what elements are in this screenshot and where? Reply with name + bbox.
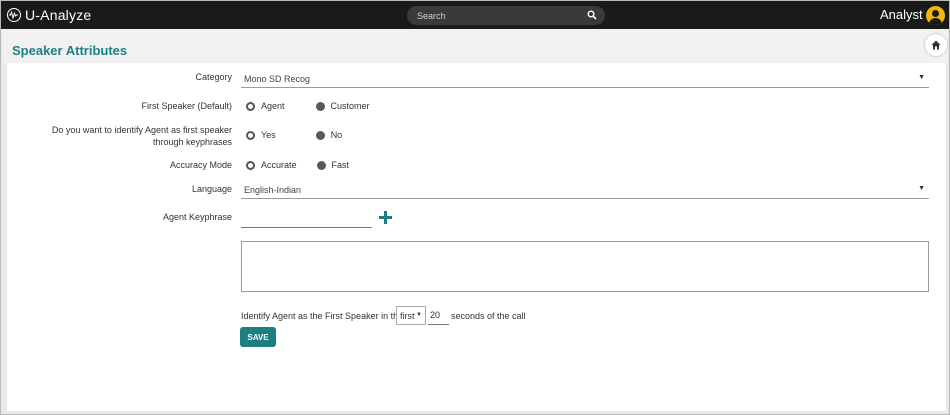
radio-yes[interactable]: Yes [246,130,276,140]
language-select[interactable]: English-Indian ▼ [241,180,929,199]
accuracy-mode-label: Accuracy Mode [169,160,232,170]
agent-keyphrase-input[interactable] [241,208,372,228]
identify-keyphrase-radio-group: Yes No [246,130,342,140]
radio-unselected-icon [315,101,325,111]
form-panel [7,63,946,411]
chevron-down-icon: ▼ [416,312,422,318]
home-icon [931,40,941,50]
position-value: first [400,311,415,321]
radio-selected-icon [246,130,255,140]
position-select[interactable]: first ▼ [396,306,426,325]
identify-sentence-suffix: seconds of the call [451,311,526,321]
add-keyphrase-icon[interactable] [379,211,392,224]
keyphrase-list-textarea[interactable] [241,241,929,292]
identify-keyphrase-label-line2: through keyphrases [152,137,232,147]
waveform-icon [7,8,21,22]
chevron-down-icon: ▼ [918,74,925,81]
first-speaker-radio-group: Agent Customer [246,101,370,111]
user-avatar-icon[interactable] [926,6,945,25]
category-label: Category [195,72,232,82]
radio-customer[interactable]: Customer [315,101,370,111]
seconds-input[interactable] [428,306,449,325]
radio-selected-icon [246,160,255,170]
chevron-down-icon: ▼ [918,185,925,192]
radio-selected-icon [246,101,255,111]
app-frame: U-Analyze Analyst Speaker Attributes Cat… [0,0,950,415]
language-label: Language [191,184,232,194]
radio-no-label: No [330,130,343,140]
search-input[interactable] [407,6,577,25]
identify-sentence-prefix: Identify Agent as the First Speaker in t… [241,311,404,321]
app-logo[interactable]: U-Analyze [7,7,91,23]
radio-agent[interactable]: Agent [246,101,285,111]
search-box [407,6,605,25]
language-value: English-Indian [244,185,302,195]
home-button[interactable] [925,34,947,56]
first-speaker-label: First Speaker (Default) [141,101,232,111]
radio-agent-label: Agent [261,101,285,111]
search-icon[interactable] [587,10,597,20]
radio-accurate[interactable]: Accurate [246,160,297,170]
category-select[interactable]: Mono SD Recog ▼ [241,69,929,88]
radio-customer-label: Customer [330,101,370,111]
category-value: Mono SD Recog [244,74,311,84]
radio-fast-label: Fast [331,160,350,170]
radio-accurate-label: Accurate [261,160,297,170]
accuracy-mode-radio-group: Accurate Fast [246,160,349,170]
radio-yes-label: Yes [261,130,276,140]
top-bar: U-Analyze Analyst [1,1,949,29]
user-name[interactable]: Analyst [880,7,923,22]
page-header: Speaker Attributes [2,29,948,63]
logo-text: U-Analyze [25,7,92,23]
save-button[interactable]: SAVE [240,327,276,347]
radio-unselected-icon [315,130,325,140]
radio-unselected-icon [316,160,326,170]
page-title: Speaker Attributes [12,43,128,58]
identify-keyphrase-label-line1: Do you want to identify Agent as first s… [51,125,232,135]
radio-no[interactable]: No [315,130,343,140]
agent-keyphrase-label: Agent Keyphrase [162,212,232,222]
radio-fast[interactable]: Fast [316,160,350,170]
